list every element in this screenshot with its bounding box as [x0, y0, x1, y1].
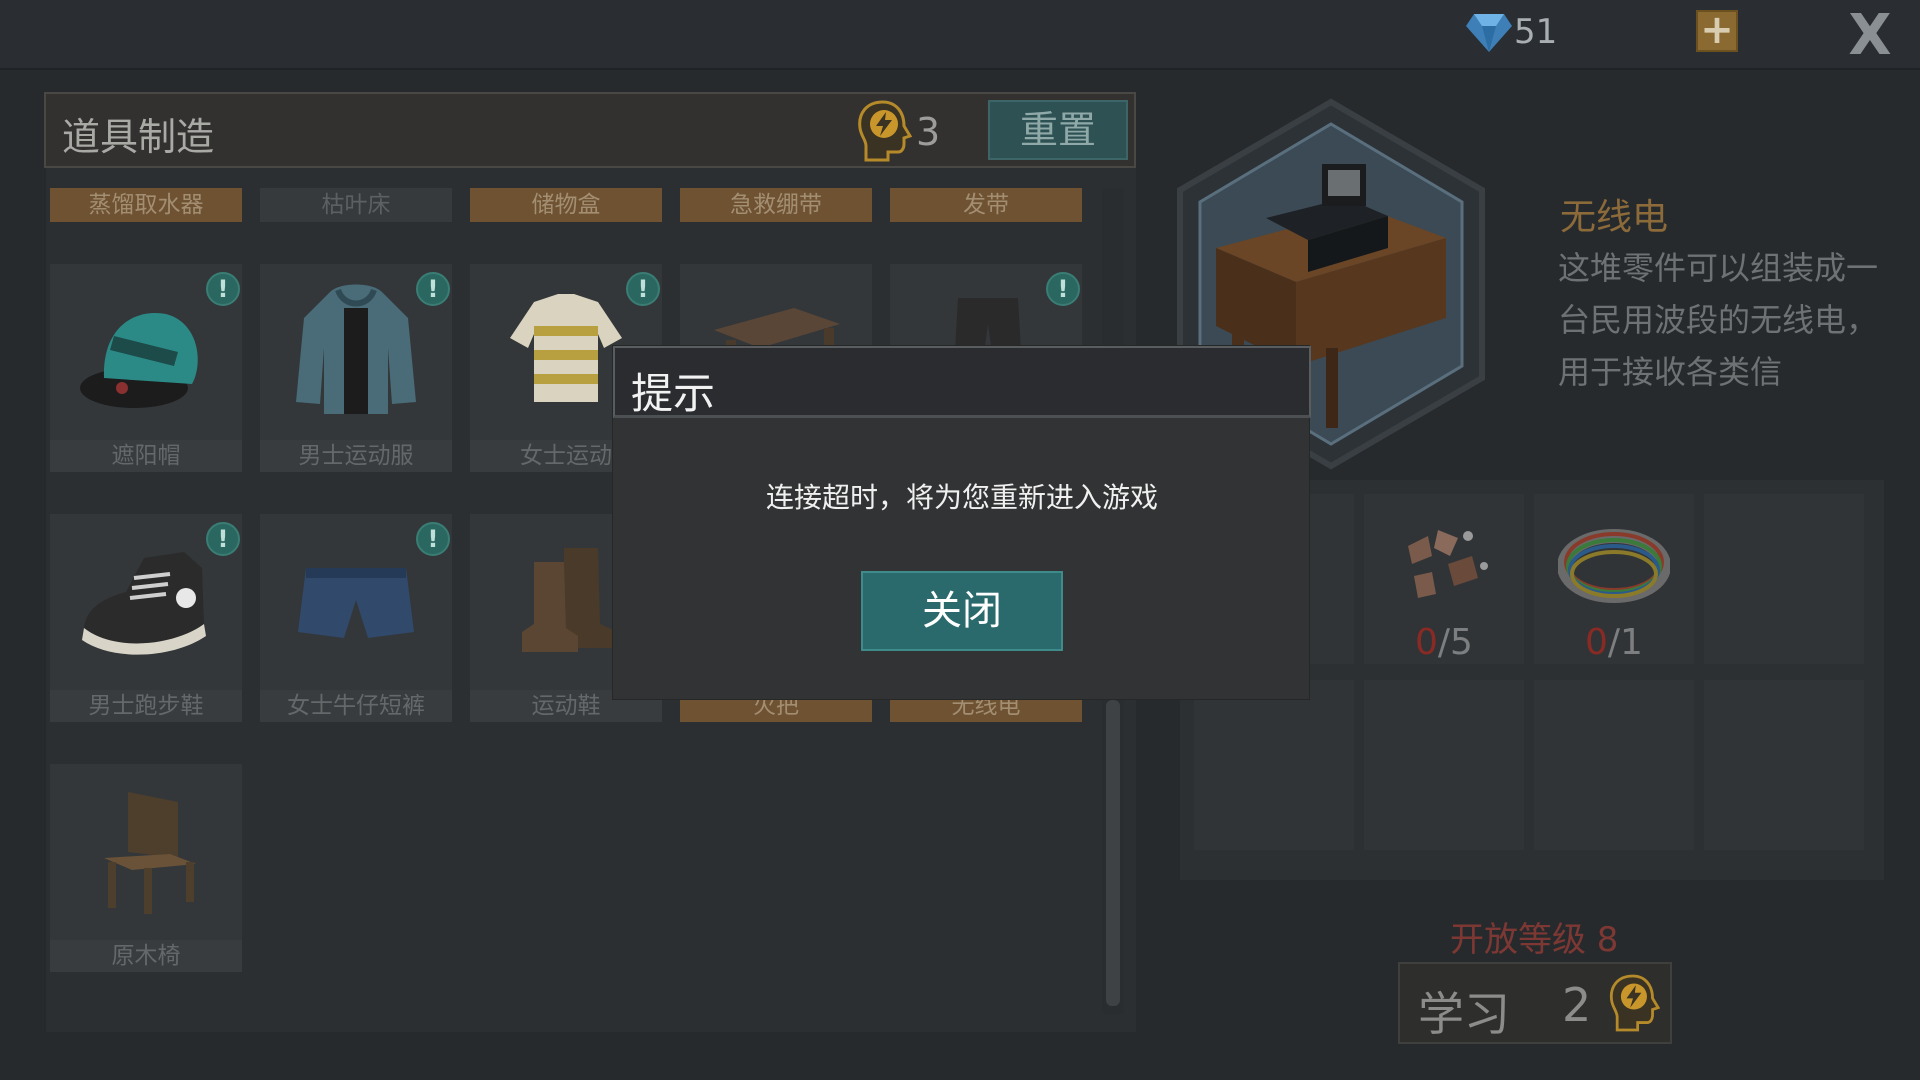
material-count: 0/5 — [1415, 622, 1473, 663]
item-slot-log-chair[interactable]: 原木椅 — [50, 764, 242, 972]
cap-icon — [80, 312, 198, 408]
diamond-icon — [1466, 14, 1512, 52]
item-slot-mens-running-shoes[interactable]: ! 男士跑步鞋 — [50, 514, 242, 722]
dialog-message: 连接超时，将为您重新进入游戏 — [765, 481, 1158, 514]
material-slot-empty — [1364, 680, 1524, 850]
timeout-dialog: 提示 连接超时，将为您重新进入游戏 关闭 — [612, 345, 1311, 700]
wire-coil-icon — [1558, 529, 1670, 603]
crafting-title: 道具制造 — [62, 115, 215, 159]
item-label: 男士运动服 — [260, 440, 452, 472]
material-slot-parts[interactable]: 0/5 — [1364, 494, 1524, 664]
sneaker-icon — [82, 552, 206, 655]
item-label: 原木椅 — [50, 940, 242, 972]
tab-still[interactable]: 蒸馏取水器 — [50, 188, 242, 222]
new-item-alert-icon: ! — [416, 522, 450, 556]
dialog-title: 提示 — [631, 369, 716, 418]
learn-cost: 2 — [1562, 978, 1592, 1032]
chair-icon — [104, 792, 196, 914]
tab-leaf-bed[interactable]: 枯叶床 — [260, 188, 452, 222]
material-slot-empty — [1704, 494, 1864, 664]
close-button[interactable]: X — [1844, 8, 1896, 64]
learn-label: 学习 — [1418, 987, 1510, 1041]
new-item-alert-icon: ! — [206, 522, 240, 556]
top-bar: 51 + X — [0, 0, 1920, 70]
hoodie-icon — [296, 284, 416, 414]
tab-headband[interactable]: 发带 — [890, 188, 1082, 222]
parts-icon — [1408, 530, 1488, 598]
brain-icon — [858, 100, 912, 162]
crafting-header: 道具制造 3 重置 — [44, 92, 1136, 168]
item-slot-womens-denim-shorts[interactable]: ! 女士牛仔短裤 — [260, 514, 452, 722]
new-item-alert-icon: ! — [626, 272, 660, 306]
unlock-level-text: 开放等级 8 — [1450, 920, 1619, 960]
add-diamonds-button[interactable]: + — [1696, 10, 1738, 52]
research-points: 3 — [916, 110, 941, 154]
material-slot-wire[interactable]: 0/1 — [1534, 494, 1694, 664]
shorts-icon — [298, 568, 414, 638]
dialog-header: 提示 — [613, 346, 1311, 418]
brain-icon — [1609, 974, 1660, 1032]
learn-button[interactable]: 学习 2 — [1398, 962, 1672, 1044]
material-slot-empty — [1704, 680, 1864, 850]
item-label: 男士跑步鞋 — [50, 690, 242, 722]
tab-storage-box[interactable]: 储物盒 — [470, 188, 662, 222]
tab-bandage[interactable]: 急救绷带 — [680, 188, 872, 222]
reset-button[interactable]: 重置 — [988, 100, 1128, 160]
item-label: 遮阳帽 — [50, 440, 242, 472]
item-slot-mens-sportswear[interactable]: ! 男士运动服 — [260, 264, 452, 472]
item-slot-sun-hat[interactable]: ! 遮阳帽 — [50, 264, 242, 472]
material-slot-empty — [1534, 680, 1694, 850]
diamond-count: 51 — [1514, 12, 1558, 52]
scrollbar-thumb[interactable] — [1106, 700, 1120, 1006]
material-slot-empty — [1194, 680, 1354, 850]
new-item-alert-icon: ! — [1046, 272, 1080, 306]
item-label: 女士牛仔短裤 — [260, 690, 452, 722]
item-description: 这堆零件可以组装成一台民用波段的无线电，用于接收各类信 — [1558, 249, 1879, 391]
material-count: 0/1 — [1585, 622, 1643, 663]
dialog-close-button[interactable]: 关闭 — [861, 571, 1063, 651]
new-item-alert-icon: ! — [416, 272, 450, 306]
item-name: 无线电 — [1560, 197, 1669, 238]
new-item-alert-icon: ! — [206, 272, 240, 306]
